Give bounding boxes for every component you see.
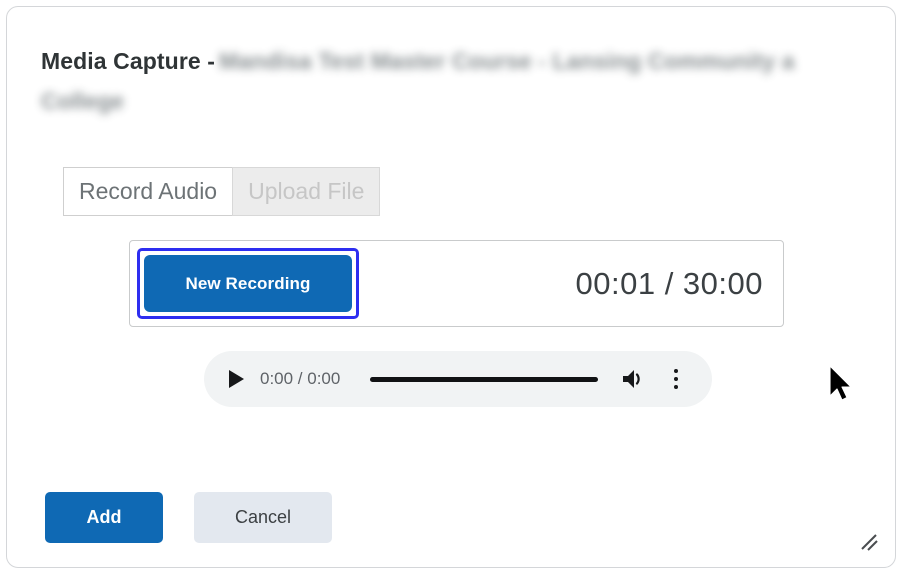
page-title-course-name: Mandisa Test Master Course - Lansing Com… [219, 48, 795, 74]
tab-record-audio[interactable]: Record Audio [63, 167, 234, 216]
volume-icon[interactable] [620, 367, 646, 391]
page-title: Media Capture - Mandisa Test Master Cours… [41, 41, 885, 81]
audio-player: 0:00 / 0:00 [204, 351, 712, 407]
play-icon[interactable] [224, 367, 248, 391]
audio-time-display: 0:00 / 0:00 [260, 369, 341, 388]
cancel-button[interactable]: Cancel [194, 492, 332, 543]
tab-upload-file[interactable]: Upload File [232, 167, 381, 216]
more-vertical-icon[interactable] [666, 367, 686, 391]
new-recording-button[interactable]: New Recording [144, 255, 352, 312]
footer-actions: Add Cancel [45, 492, 332, 543]
page-title-static: Media Capture - [41, 48, 216, 74]
page-title-course-name-line2: College [41, 88, 125, 114]
new-recording-focus-ring: New Recording [137, 248, 359, 319]
media-capture-dialog: Media Capture - Mandisa Test Master Cours… [6, 6, 896, 568]
resize-grip-icon[interactable] [859, 531, 881, 553]
recorder-panel: New Recording 00:01 / 30:00 [129, 240, 784, 327]
add-button[interactable]: Add [45, 492, 163, 543]
source-tab-group: Record Audio Upload File [63, 167, 381, 216]
audio-progress-bar[interactable] [370, 376, 598, 382]
recording-timer: 00:01 / 30:00 [575, 265, 763, 301]
